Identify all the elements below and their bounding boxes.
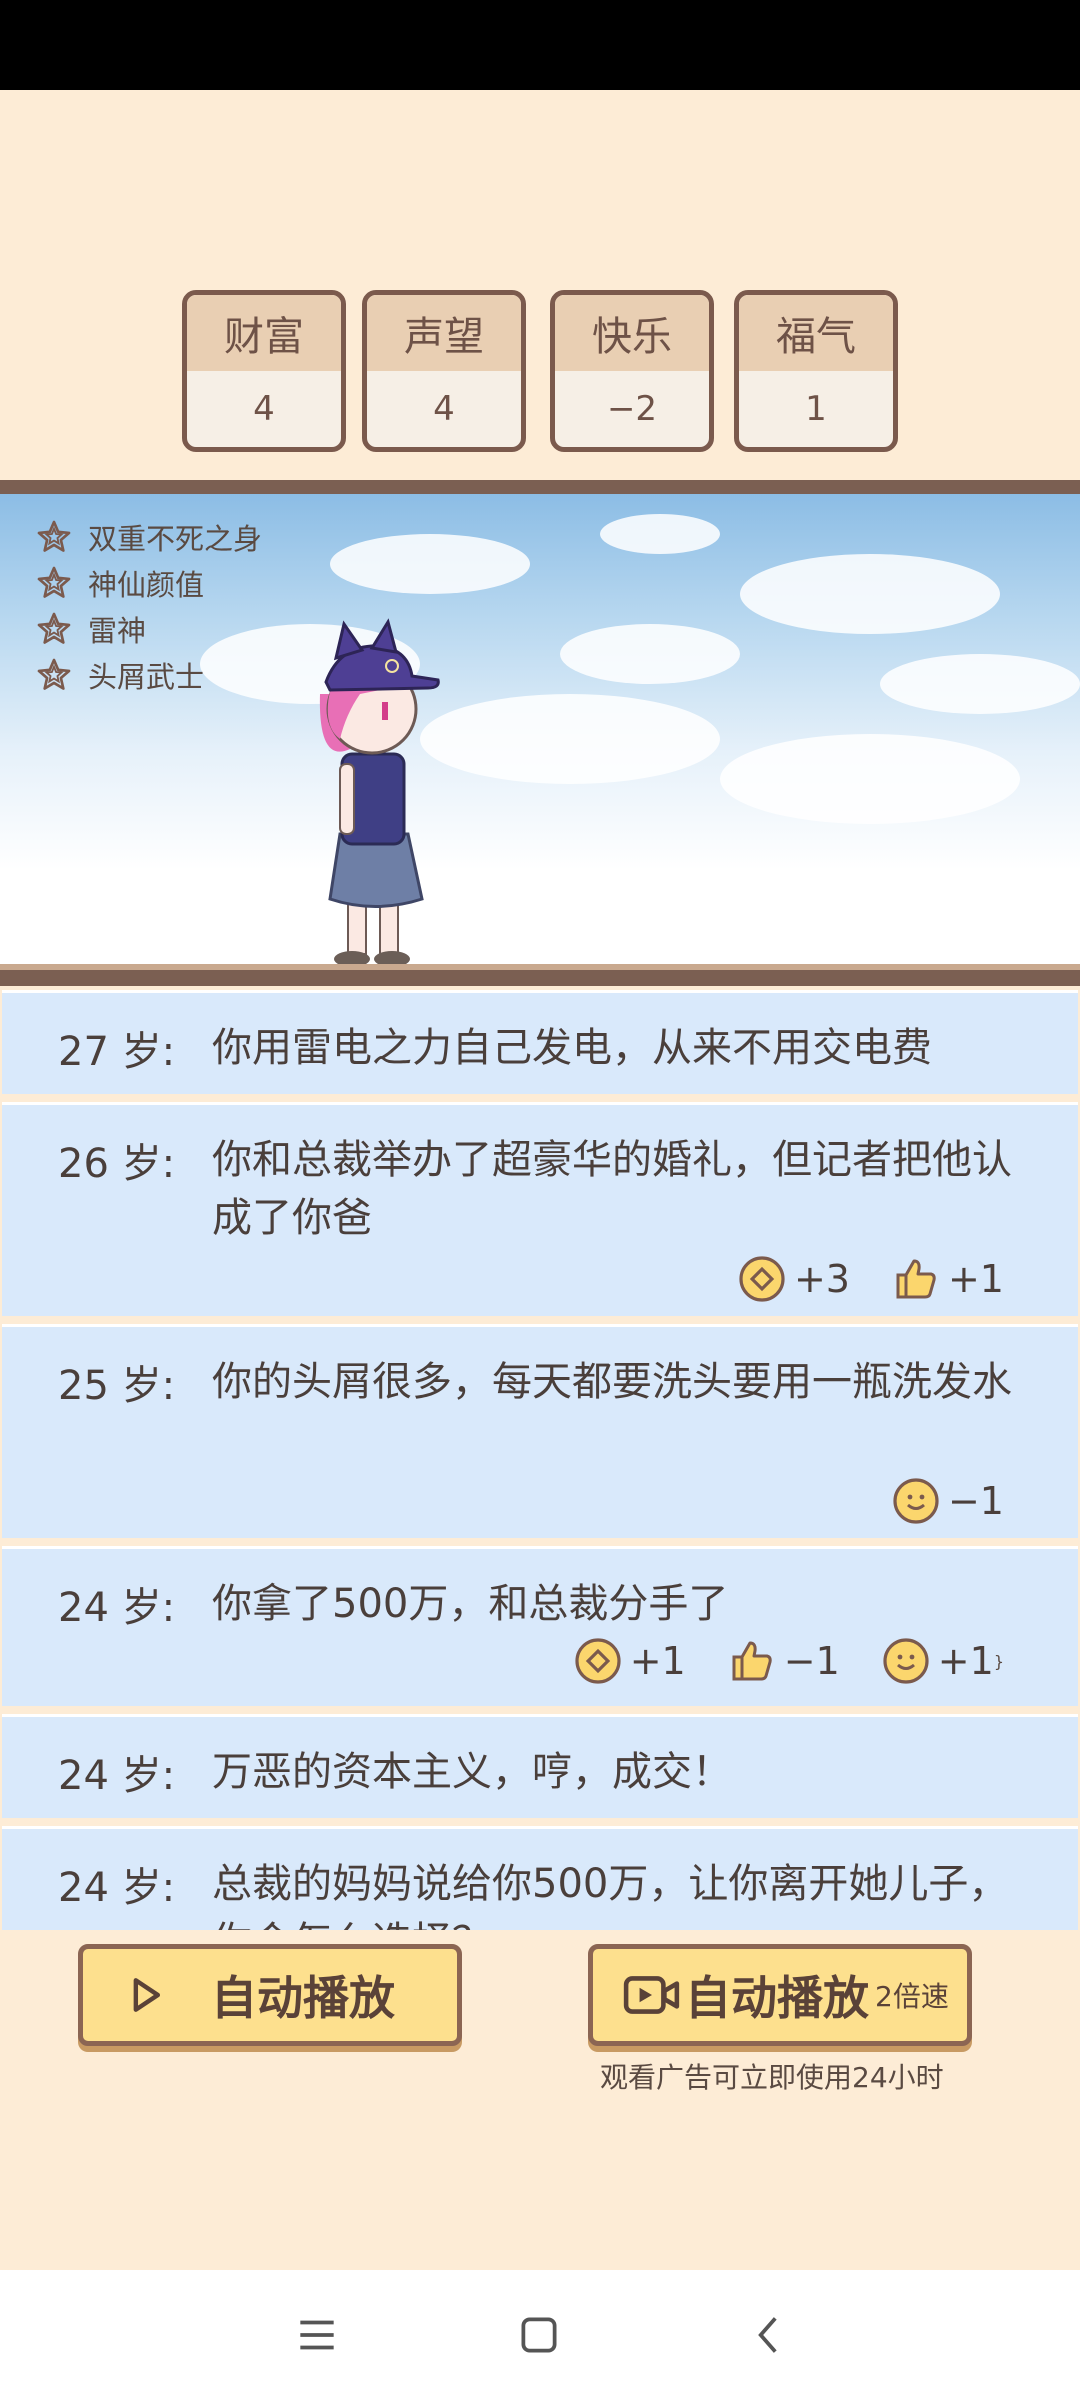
log-entry: 26 岁: 你和总裁举办了超豪华的婚礼，但记者把他认成了你爸 +3 +1 bbox=[2, 1102, 1078, 1316]
log-entry: 24 岁: 总裁的妈妈说给你500万，让你离开她儿子，你会怎么选择？ bbox=[2, 1826, 1078, 1930]
effect-value: +1 bbox=[947, 1257, 1004, 1301]
status-bar bbox=[0, 0, 1080, 90]
stat-happiness: 快乐 −2 bbox=[550, 290, 714, 452]
smiley-icon bbox=[883, 1638, 929, 1684]
cloud bbox=[330, 534, 530, 594]
trait-label: 神仙颜值 bbox=[88, 568, 205, 602]
auto-play-button[interactable]: 自动播放 bbox=[78, 1944, 462, 2046]
cloud bbox=[600, 514, 720, 554]
log-entry: 24 岁: 万恶的资本主义，哼，成交！ bbox=[2, 1714, 1078, 1818]
star-icon bbox=[37, 520, 71, 552]
trait-label: 双重不死之身 bbox=[88, 522, 263, 556]
star-icon bbox=[37, 612, 71, 644]
effect-value: +1 bbox=[629, 1639, 686, 1683]
coin-icon bbox=[575, 1638, 621, 1684]
stats-panel: 财富 4 声望 4 快乐 −2 福气 1 bbox=[0, 290, 1080, 455]
effect-wealth: +1 bbox=[574, 1637, 686, 1685]
auto-play-2x-button[interactable]: 自动播放 2倍速 bbox=[588, 1944, 972, 2046]
cloud bbox=[880, 654, 1080, 714]
trait-label: 雷神 bbox=[88, 614, 147, 648]
cloud bbox=[560, 624, 740, 684]
trait-item: 双重不死之身 bbox=[36, 514, 262, 560]
log-age: 24 岁: bbox=[58, 1865, 176, 1911]
ad-note: 观看广告可立即使用24小时 bbox=[600, 2061, 944, 2094]
stat-label: 福气 bbox=[739, 295, 893, 371]
log-age: 24 岁: bbox=[58, 1585, 176, 1631]
stat-value: 1 bbox=[805, 389, 827, 429]
stat-label: 财富 bbox=[187, 295, 341, 371]
log-text: 万恶的资本主义，哼，成交！ bbox=[212, 1749, 732, 1795]
character-avatar bbox=[319, 618, 440, 964]
speed-badge: 2倍速 bbox=[875, 1980, 949, 2013]
stat-reputation: 声望 4 bbox=[362, 290, 526, 452]
trait-item: 头屑武士 bbox=[36, 652, 262, 698]
scene-border bbox=[0, 480, 1080, 494]
log-age: 24 岁: bbox=[58, 1753, 176, 1799]
play-icon bbox=[133, 1978, 161, 2012]
stat-value: 4 bbox=[253, 389, 275, 429]
effect-reputation: +1 bbox=[892, 1255, 1004, 1303]
thumbs-up-icon bbox=[732, 1641, 772, 1681]
auto-play-ad-label: 自动播放 bbox=[685, 1971, 869, 2025]
home-icon[interactable] bbox=[514, 2310, 564, 2360]
effects-row: −1 bbox=[850, 1477, 1004, 1525]
log-entry: 27 岁: 你用雷电之力自己发电，从来不用交电费 bbox=[2, 990, 1078, 1094]
log-age: 27 岁: bbox=[58, 1029, 176, 1075]
bottom-panel: 自动播放 自动播放 2倍速 观看广告可立即使用24小时 bbox=[0, 1930, 1080, 2270]
coin-icon bbox=[739, 1256, 785, 1302]
stat-label: 快乐 bbox=[555, 295, 709, 371]
log-entry: 24 岁: 你拿了500万，和总裁分手了 +1 −1 +1 } bbox=[2, 1546, 1078, 1706]
stat-label: 声望 bbox=[367, 295, 521, 371]
log-text: 你拿了500万，和总裁分手了 bbox=[212, 1581, 729, 1627]
back-icon[interactable] bbox=[744, 2310, 794, 2360]
trait-item: 神仙颜值 bbox=[36, 560, 262, 606]
effect-value: −1 bbox=[947, 1479, 1004, 1523]
trait-label: 头屑武士 bbox=[88, 660, 205, 694]
effect-happiness: +1 bbox=[882, 1637, 994, 1685]
log-age: 26 岁: bbox=[58, 1141, 176, 1187]
effects-row: +1 −1 +1 } bbox=[532, 1637, 1004, 1685]
smiley-icon bbox=[893, 1478, 939, 1524]
effect-happiness: −1 bbox=[892, 1477, 1004, 1525]
thumbs-up-icon bbox=[896, 1259, 936, 1299]
effect-value: +1 bbox=[937, 1639, 994, 1683]
log-text: 你和总裁举办了超豪华的婚礼，但记者把他认成了你爸 bbox=[212, 1137, 1012, 1241]
effect-value: +3 bbox=[793, 1257, 850, 1301]
stat-value: −2 bbox=[606, 389, 658, 429]
cloud bbox=[720, 734, 1020, 824]
log-text: 你的头屑很多，每天都要洗头要用一瓶洗发水 bbox=[212, 1359, 1012, 1405]
star-icon bbox=[37, 658, 71, 690]
system-nav-bar bbox=[0, 2270, 1080, 2400]
life-log[interactable]: 27 岁: 你用雷电之力自己发电，从来不用交电费 26 岁: 你和总裁举办了超豪… bbox=[0, 990, 1080, 1930]
trait-item: 雷神 bbox=[36, 606, 262, 652]
effect-wealth: +3 bbox=[738, 1255, 850, 1303]
menu-icon[interactable] bbox=[292, 2310, 342, 2360]
scene-floor bbox=[0, 964, 1080, 986]
log-age: 25 岁: bbox=[58, 1363, 176, 1409]
stat-wealth: 财富 4 bbox=[182, 290, 346, 452]
effect-reputation: −1 bbox=[728, 1637, 840, 1685]
video-ad-icon bbox=[623, 1976, 680, 2014]
cloud bbox=[420, 694, 720, 784]
auto-play-label: 自动播放 bbox=[211, 1971, 395, 2025]
log-text: 你用雷电之力自己发电，从来不用交电费 bbox=[212, 1025, 932, 1071]
stat-value: 4 bbox=[433, 389, 455, 429]
stat-fortune: 福气 1 bbox=[734, 290, 898, 452]
cloud bbox=[740, 554, 1000, 634]
effects-row: +3 +1 bbox=[696, 1255, 1004, 1303]
sky-scene: 双重不死之身 神仙颜值 雷神 头屑武士 bbox=[0, 494, 1080, 964]
trait-list: 双重不死之身 神仙颜值 雷神 头屑武士 bbox=[36, 514, 262, 698]
log-entry: 25 岁: 你的头屑很多，每天都要洗头要用一瓶洗发水 −1 bbox=[2, 1324, 1078, 1538]
log-text: 总裁的妈妈说给你500万，让你离开她儿子，你会怎么选择？ bbox=[212, 1861, 1009, 1930]
star-icon bbox=[37, 566, 71, 598]
effect-value: −1 bbox=[783, 1639, 840, 1683]
